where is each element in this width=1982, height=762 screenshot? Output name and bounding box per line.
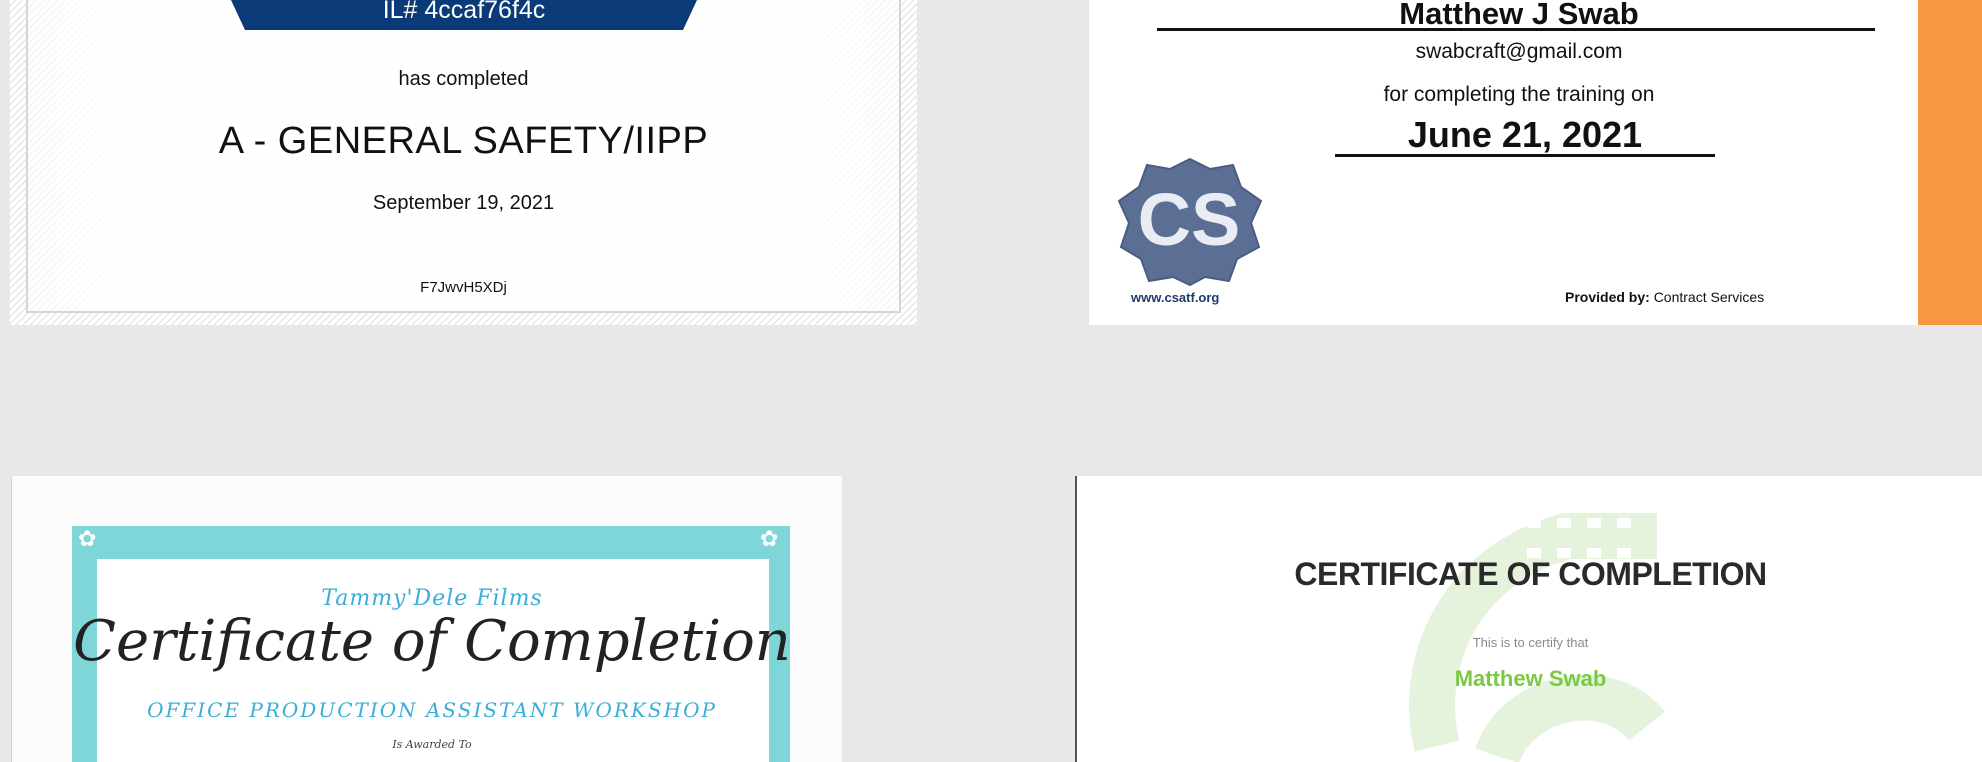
awarded-label: Is Awarded To — [392, 738, 472, 751]
organization-name: Tammy'Dele Films — [321, 586, 543, 611]
certificate-title: Certificate of Completion — [73, 609, 791, 674]
certificate-title: CERTIFICATE OF COMPLETION — [1294, 556, 1767, 592]
certificate-id-banner: IL# 4ccaf76f4c — [231, 0, 697, 30]
name-underline — [1157, 28, 1875, 31]
website-text: www.csatf.org — [1131, 290, 1220, 305]
certify-label: This is to certify that — [1472, 635, 1589, 650]
ornament-icon: ✿ — [78, 526, 97, 551]
recipient-name: Matthew J Swab — [1399, 0, 1639, 31]
recipient-email: swabcraft@gmail.com — [1415, 40, 1623, 63]
svg-text:CS: CS — [1138, 178, 1241, 261]
certificate-safety-course: IL# 4ccaf76f4c has completed A - GENERAL… — [10, 0, 917, 325]
verification-code: F7JwvH5XDj — [420, 279, 507, 296]
provider-name: Contract Services — [1653, 289, 1765, 305]
certificate-csatf-training: Matthew J Swab swabcraft@gmail.com for c… — [1089, 0, 1982, 325]
csatf-logo-icon: CS — [1117, 157, 1263, 287]
completing-label: for completing the training on — [1383, 83, 1655, 106]
accent-stripe — [1918, 0, 1982, 325]
ornament-icon: ✿ — [760, 526, 779, 551]
completion-date: September 19, 2021 — [372, 192, 555, 214]
certificate-film-workshop: ✿ ✿ Tammy'Dele Films Certificate of Comp… — [11, 476, 842, 762]
recipient-name: Matthew Swab — [1454, 666, 1607, 691]
provided-by-label: Provided by: — [1565, 289, 1650, 305]
provided-by: Provided by: Contract Services — [1565, 289, 1764, 305]
workshop-title: OFFICE PRODUCTION ASSISTANT WORKSHOP — [147, 698, 717, 722]
completed-label: has completed — [398, 68, 529, 90]
training-date: June 21, 2021 — [1407, 114, 1643, 155]
certificate-completion-green: CERTIFICATE OF COMPLETION This is to cer… — [1075, 476, 1982, 762]
film-reel-watermark-icon — [1409, 513, 1665, 762]
date-underline — [1335, 154, 1715, 157]
course-title: A - GENERAL SAFETY/IIPP — [218, 120, 709, 162]
